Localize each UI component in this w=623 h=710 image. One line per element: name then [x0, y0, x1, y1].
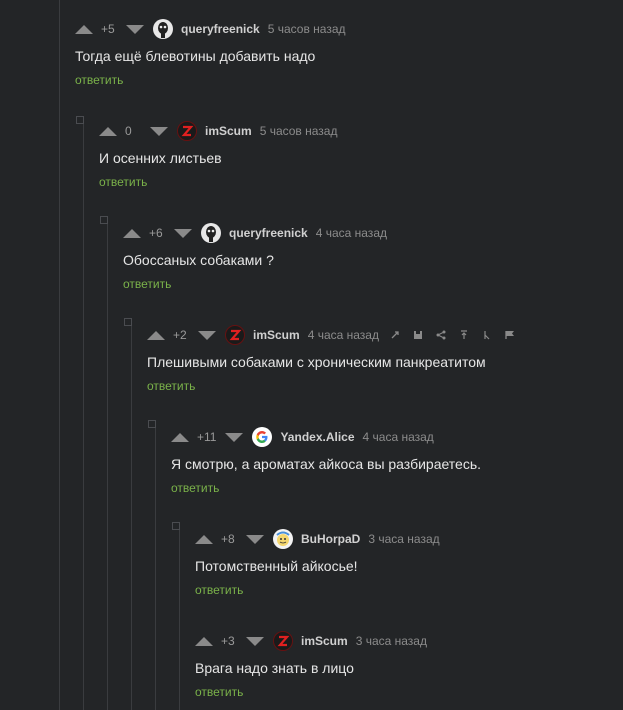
save-icon[interactable] [412, 329, 424, 341]
comment-text: Потомственный айкосье! [195, 558, 358, 574]
author-nick[interactable]: BuHorpaD [301, 532, 360, 546]
thread-line [83, 124, 84, 710]
downvote-icon[interactable] [198, 330, 216, 340]
cartoon-avatar-icon[interactable] [273, 529, 293, 549]
downvote-icon[interactable] [225, 432, 244, 442]
reply-link[interactable]: ответить [171, 481, 219, 495]
share-icon[interactable] [435, 329, 447, 341]
upvote-icon[interactable] [99, 126, 117, 136]
comment-rating: +8 [221, 532, 235, 546]
comment-text: Врага надо знать в лицо [195, 660, 354, 676]
reply-link[interactable]: ответить [99, 175, 147, 189]
downvote-icon[interactable] [150, 126, 168, 136]
upvote-icon[interactable] [123, 228, 141, 238]
comment-header: 0 imScum 5 часов назад [99, 120, 337, 142]
comment-toolbar [389, 329, 516, 341]
upvote-icon[interactable] [75, 24, 93, 34]
thread-line [179, 530, 180, 710]
author-nick[interactable]: queryfreenick [181, 22, 260, 36]
collapse-toggle[interactable] [100, 216, 108, 224]
comment-rating: +3 [221, 634, 235, 648]
author-nick[interactable]: Yandex.Alice [280, 430, 354, 444]
comment-time[interactable]: 4 часа назад [316, 226, 387, 240]
reply-link[interactable]: ответить [75, 73, 123, 87]
comment: 0 imScum 5 часов назад И осенних листьев… [99, 120, 337, 191]
comment-time[interactable]: 4 часа назад [363, 430, 434, 444]
comment: +6 queryfreenick 4 часа назад Обоссаных … [123, 222, 387, 293]
comment-header: +3 imScum 3 часа назад [195, 630, 427, 652]
thread-line [59, 0, 60, 710]
downvote-icon[interactable] [126, 24, 144, 34]
reply-link[interactable]: ответить [123, 277, 171, 291]
report-flag-icon[interactable] [504, 329, 516, 341]
comment-header: +6 queryfreenick 4 часа назад [123, 222, 387, 244]
comment: +8 BuHorpaD 3 часа назад Потомственный а… [195, 528, 440, 599]
skull-avatar-icon[interactable] [153, 19, 173, 39]
comment-time[interactable]: 4 часа назад [308, 328, 379, 342]
downvote-icon[interactable] [174, 228, 192, 238]
comment-text: Я смотрю, а ароматах айкоса вы разбирает… [171, 456, 482, 472]
skull-avatar-icon[interactable] [201, 223, 221, 243]
parent-comment-icon[interactable] [481, 329, 493, 341]
reply-link[interactable]: ответить [147, 379, 195, 393]
comment-rating: +2 [173, 328, 187, 342]
collapse-toggle[interactable] [172, 522, 180, 530]
collapse-toggle[interactable] [76, 116, 84, 124]
upvote-icon[interactable] [171, 432, 189, 442]
upvote-icon[interactable] [195, 636, 213, 646]
thread-line [131, 326, 132, 710]
comment-time[interactable]: 5 часов назад [268, 22, 346, 36]
upvote-icon[interactable] [147, 330, 165, 340]
comment-header: +2 imScum 4 часа назад [147, 324, 516, 346]
comment-rating: +5 [101, 22, 115, 36]
comment-header: +8 BuHorpaD 3 часа назад [195, 528, 440, 550]
comment-time[interactable]: 5 часов назад [260, 124, 338, 138]
comment: +11 Yandex.Alice 4 часа назад Я смотрю, … [171, 426, 481, 497]
comment-header: +11 Yandex.Alice 4 часа назад [171, 426, 481, 448]
comment-header: +5 queryfreenick 5 часов назад [75, 18, 346, 40]
upvote-icon[interactable] [195, 534, 213, 544]
z-logo-avatar-icon[interactable] [225, 325, 245, 345]
thread-line [155, 428, 156, 710]
comment-rating: +11 [197, 430, 217, 444]
reply-link[interactable]: ответить [195, 685, 243, 699]
author-nick[interactable]: imScum [253, 328, 300, 342]
comment-time[interactable]: 3 часа назад [368, 532, 439, 546]
collapse-toggle[interactable] [124, 318, 132, 326]
comment-time[interactable]: 3 часа назад [356, 634, 427, 648]
scroll-to-top-icon[interactable] [458, 329, 470, 341]
downvote-icon[interactable] [246, 534, 264, 544]
z-logo-avatar-icon[interactable] [177, 121, 197, 141]
thread-line [107, 224, 108, 710]
downvote-icon[interactable] [246, 636, 264, 646]
google-logo-avatar-icon[interactable] [252, 427, 273, 447]
comment-rating: +6 [149, 226, 163, 240]
comment: +3 imScum 3 часа назад Врага надо знать … [195, 630, 427, 701]
comment-text: Тогда ещё блевотины добавить надо [75, 48, 316, 64]
z-logo-avatar-icon[interactable] [273, 631, 293, 651]
author-nick[interactable]: imScum [205, 124, 252, 138]
comment-text: Обоссаных собаками ? [123, 252, 274, 268]
comment: +5 queryfreenick 5 часов назад Тогда ещё… [75, 18, 346, 89]
author-nick[interactable]: queryfreenick [229, 226, 308, 240]
collapse-toggle[interactable] [148, 420, 156, 428]
comment: +2 imScum 4 часа назад Плешивыми собакам… [147, 324, 516, 395]
reply-link[interactable]: ответить [195, 583, 243, 597]
comment-text: Плешивыми собаками с хроническим панкреа… [147, 354, 486, 370]
comment-text: И осенних листьев [99, 150, 222, 166]
author-nick[interactable]: imScum [301, 634, 348, 648]
link-icon[interactable] [389, 329, 401, 341]
comment-rating: 0 [125, 124, 132, 138]
